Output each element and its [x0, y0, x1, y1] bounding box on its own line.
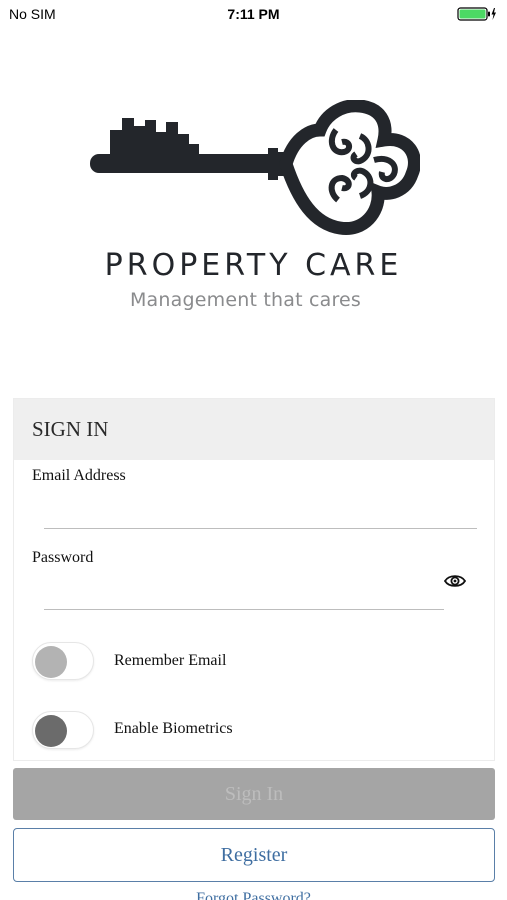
toggle-knob [35, 646, 67, 678]
forgot-password-link[interactable]: Forgot Password? [0, 890, 507, 900]
signin-button[interactable]: Sign In [13, 768, 495, 820]
enable-biometrics-toggle[interactable] [32, 711, 94, 749]
login-screen: No SIM 7:11 PM PROPERTY CARE Management … [0, 0, 507, 900]
clock-label: 7:11 PM [227, 6, 280, 22]
key-city-icon [90, 100, 420, 235]
register-button[interactable]: Register [13, 828, 495, 882]
brand-tagline: Management that cares [129, 289, 362, 311]
email-input[interactable] [44, 497, 477, 529]
eye-icon[interactable] [443, 573, 467, 589]
password-label: Password [32, 549, 94, 566]
remember-email-toggle[interactable] [32, 642, 94, 680]
enable-biometrics-label: Enable Biometrics [114, 720, 233, 737]
email-label: Email Address [32, 467, 126, 484]
status-bar: No SIM 7:11 PM [0, 0, 507, 28]
signin-card: SIGN IN Email Address Password Remember … [13, 398, 495, 761]
toggle-knob [35, 715, 67, 747]
brand-name: PROPERTY CARE [104, 248, 403, 283]
password-input[interactable] [44, 578, 444, 610]
signin-header: SIGN IN [14, 399, 494, 460]
battery-icon [457, 7, 496, 21]
remember-email-label: Remember Email [114, 652, 227, 669]
